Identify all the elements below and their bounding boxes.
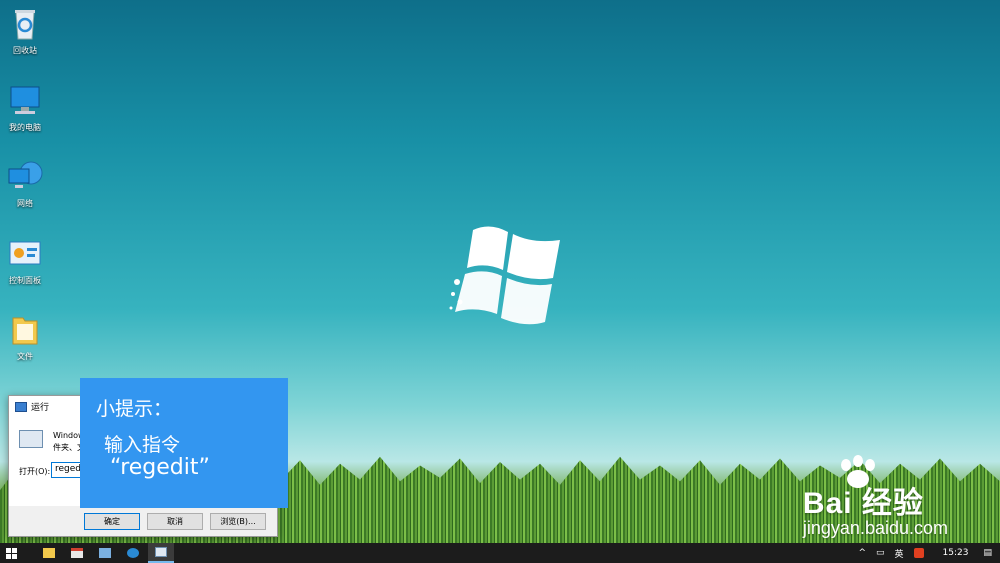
watermark-url: jingyan.baidu.com (802, 518, 948, 538)
windows-start-icon (5, 547, 17, 559)
desktop-icon-label: 控制面板 (9, 276, 41, 285)
run-open-label: 打开(O): (19, 467, 51, 476)
tip-heading: 小提示： (96, 398, 173, 420)
desktop-icon-label: 网络 (17, 199, 33, 208)
desktop-icon-network[interactable]: 网络 (0, 159, 50, 209)
baidu-watermark: Bai 经验 jingyan.baidu.com (803, 478, 948, 539)
folder-icon (7, 312, 43, 348)
desktop: 回收站 我的电脑 网络 控制面板 文件 运行 Window 件夹、文 打开(O)… (0, 0, 1000, 543)
desktop-icon-folder[interactable]: 文件 (0, 312, 50, 362)
start-button[interactable] (0, 543, 22, 563)
clock[interactable]: 15:23 (943, 548, 969, 558)
ime-indicator[interactable]: 英 (895, 547, 904, 560)
desktop-icon-label: 回收站 (13, 46, 37, 55)
tip-line2: “regedit” (110, 455, 210, 480)
monitor-icon[interactable]: ▭ (876, 548, 885, 558)
taskbar-app-2[interactable] (64, 543, 90, 563)
ok-button[interactable]: 确定 (84, 513, 140, 530)
taskbar: ^ ▭ 英 15:23 ▤ (0, 543, 1000, 563)
desktop-icon-control-panel[interactable]: 控制面板 (0, 236, 50, 286)
notification-icon[interactable]: ▤ (983, 548, 992, 558)
system-tray: ^ ▭ 英 15:23 ▤ (853, 543, 1000, 563)
run-dialog-title: 运行 (15, 400, 49, 413)
app-icon (99, 548, 111, 558)
desktop-icon-label: 文件 (17, 352, 33, 361)
taskbar-file-explorer[interactable] (36, 543, 62, 563)
desktop-icon-recycle-bin[interactable]: 回收站 (0, 6, 50, 56)
sogou-icon[interactable] (913, 548, 924, 558)
control-panel-icon (7, 236, 43, 272)
tip-box: 小提示： 输入指令 “regedit” (80, 378, 288, 508)
watermark-brand: Bai 经验 (802, 487, 924, 520)
file-explorer-icon (43, 548, 55, 558)
chevron-up-icon[interactable]: ^ (858, 548, 866, 558)
windows-logo-wallpaper (449, 226, 560, 325)
run-dialog-footer: 确定 取消 浏览(B)... (9, 506, 277, 536)
run-dialog-title-text: 运行 (31, 403, 50, 413)
browse-button[interactable]: 浏览(B)... (210, 513, 266, 530)
cancel-button[interactable]: 取消 (147, 513, 203, 530)
taskbar-app-3[interactable] (92, 543, 118, 563)
computer-icon (7, 83, 43, 119)
app-icon (127, 548, 139, 558)
taskbar-app-4[interactable] (120, 543, 146, 563)
run-icon (155, 547, 167, 557)
desktop-icon-label: 我的电脑 (9, 123, 41, 132)
tip-line1: 输入指令 (104, 434, 181, 456)
taskbar-run[interactable] (148, 543, 174, 563)
recycle-bin-icon (7, 6, 43, 42)
run-app-icon (19, 430, 43, 448)
network-icon (7, 159, 43, 195)
desktop-icon-my-computer[interactable]: 我的电脑 (0, 83, 50, 133)
run-icon (15, 401, 27, 412)
mail-icon (71, 548, 83, 558)
